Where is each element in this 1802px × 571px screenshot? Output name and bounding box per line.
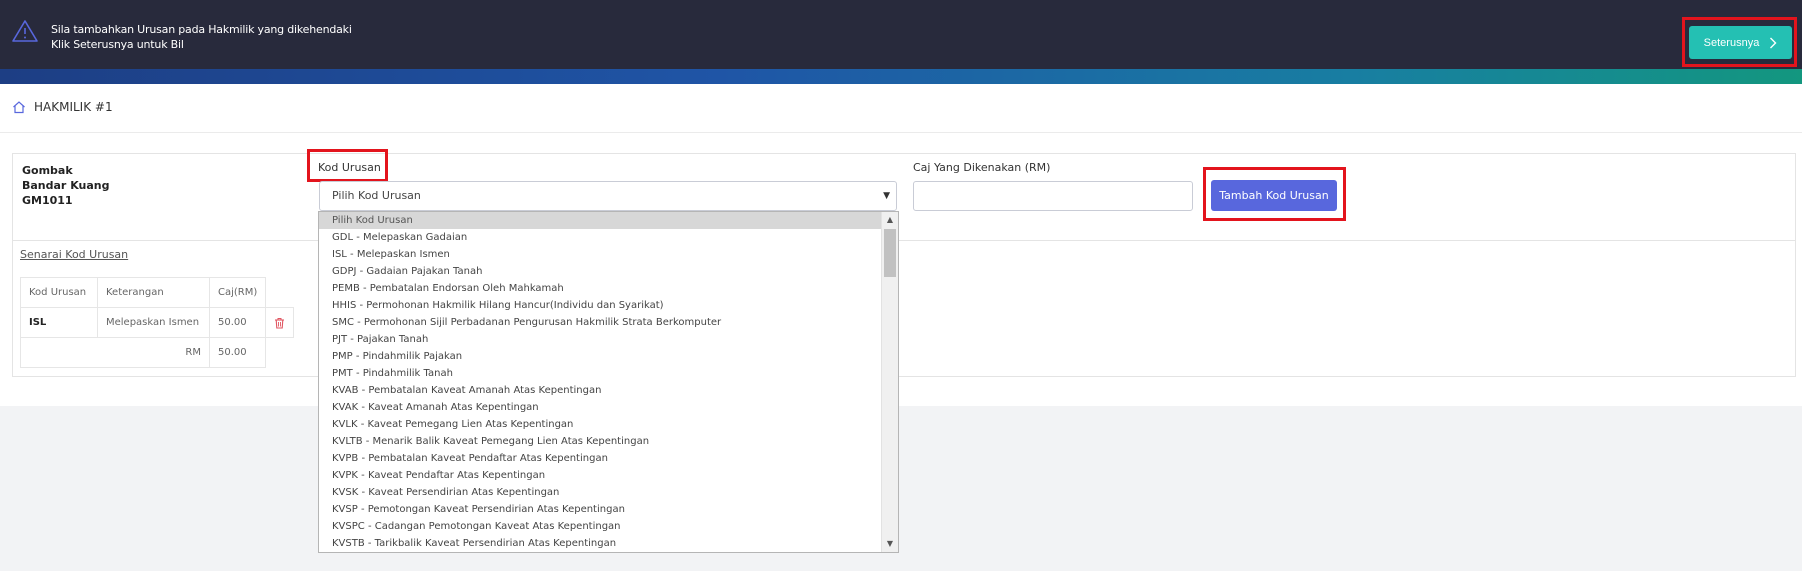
table-header-row: Kod Urusan Keterangan Caj(RM)	[20, 277, 294, 308]
chevron-right-icon	[1770, 37, 1777, 48]
dropdown-option[interactable]: GDL - Melepaskan Gadaian	[319, 229, 882, 246]
caret-down-icon: ▼	[883, 191, 890, 201]
total-value: 50.00	[208, 337, 267, 368]
dropdown-option[interactable]: Pilih Kod Urusan	[319, 212, 882, 229]
trash-icon[interactable]	[274, 317, 285, 329]
dropdown-option[interactable]: GDPJ - Gadaian Pajakan Tanah	[319, 263, 882, 280]
dropdown-option[interactable]: SMC - Permohonan Sijil Perbadanan Pengur…	[319, 314, 882, 331]
next-button-label: Seterusnya	[1703, 36, 1760, 49]
row-caj: 50.00	[208, 307, 267, 338]
kod-urusan-select-value: Pilih Kod Urusan	[332, 189, 421, 202]
dropdown-option[interactable]: KVAK - Kaveat Amanah Atas Kepentingan	[319, 399, 882, 416]
location-district: Gombak	[22, 164, 73, 177]
dropdown-options: Pilih Kod Urusan GDL - Melepaskan Gadaian…	[319, 212, 882, 552]
table-row: ISL Melepaskan Ismen 50.00	[20, 307, 295, 338]
senarai-kod-urusan-link[interactable]: Senarai Kod Urusan	[20, 248, 128, 261]
header-action	[266, 278, 294, 308]
total-label: RM	[20, 337, 210, 368]
dropdown-option[interactable]: KVLK - Kaveat Pemegang Lien Atas Kepenti…	[319, 416, 882, 433]
home-icon	[13, 101, 25, 114]
panel-divider	[13, 240, 1795, 241]
notification-line-1: Sila tambahkan Urusan pada Hakmilik yang…	[51, 23, 352, 36]
scroll-up-arrow-icon[interactable]: ▲	[882, 212, 898, 228]
dropdown-option[interactable]: KVSPC - Cadangan Pemotongan Kaveat Atas …	[319, 518, 882, 535]
row-delete-cell[interactable]	[265, 307, 295, 338]
top-notification-bar: Sila tambahkan Urusan pada Hakmilik yang…	[0, 0, 1802, 69]
row-kod: ISL	[20, 307, 98, 338]
dropdown-option[interactable]: KVSK - Kaveat Persendirian Atas Kepentin…	[319, 484, 882, 501]
table-total-row: RM 50.00	[20, 337, 294, 368]
notification-message: Sila tambahkan Urusan pada Hakmilik yang…	[51, 22, 352, 52]
caj-input[interactable]	[913, 181, 1193, 211]
warning-triangle-icon	[12, 20, 38, 42]
next-button[interactable]: Seterusnya	[1689, 26, 1792, 59]
dropdown-scrollbar[interactable]: ▲ ▼	[881, 212, 898, 552]
dropdown-option[interactable]: PEMB - Pembatalan Endorsan Oleh Mahkamah	[319, 280, 882, 297]
caj-label: Caj Yang Dikenakan (RM)	[913, 161, 1051, 174]
dropdown-option[interactable]: HHIS - Permohonan Hakmilik Hilang Hancur…	[319, 297, 882, 314]
page-title: HAKMILIK #1	[34, 100, 113, 114]
dropdown-option[interactable]: PJT - Pajakan Tanah	[319, 331, 882, 348]
dropdown-option[interactable]: ISL - Melepaskan Ismen	[319, 246, 882, 263]
header-divider	[0, 132, 1802, 133]
dropdown-option[interactable]: KVLTB - Menarik Balik Kaveat Pemegang Li…	[319, 433, 882, 450]
kod-urusan-label: Kod Urusan	[318, 161, 381, 174]
row-keterangan: Melepaskan Ismen	[97, 307, 210, 338]
header-kod-urusan: Kod Urusan	[20, 277, 98, 308]
page-header: HAKMILIK #1	[12, 100, 113, 114]
location-title-no: GM1011	[22, 194, 73, 207]
header-gradient-stripe	[0, 69, 1802, 84]
kod-urusan-table: Kod Urusan Keterangan Caj(RM) ISL Melepa…	[20, 277, 295, 368]
header-keterangan: Keterangan	[97, 277, 210, 308]
dropdown-option[interactable]: KVPK - Kaveat Pendaftar Atas Kepentingan	[319, 467, 882, 484]
header-caj: Caj(RM)	[208, 277, 267, 308]
dropdown-option[interactable]: PMP - Pindahmilik Pajakan	[319, 348, 882, 365]
dropdown-option[interactable]: KVPB - Pembatalan Kaveat Pendaftar Atas …	[319, 450, 882, 467]
notification-line-2: Klik Seterusnya untuk Bil	[51, 38, 184, 51]
scrollbar-thumb[interactable]	[884, 229, 896, 277]
dropdown-option[interactable]: PMT - Pindahmilik Tanah	[319, 365, 882, 382]
tambah-kod-urusan-button[interactable]: Tambah Kod Urusan	[1211, 180, 1337, 211]
location-area: Bandar Kuang	[22, 179, 110, 192]
total-spacer	[266, 338, 294, 368]
dropdown-option[interactable]: KVSTB - Tarikbalik Kaveat Persendirian A…	[319, 535, 882, 552]
dropdown-option[interactable]: KVSP - Pemotongan Kaveat Persendirian At…	[319, 501, 882, 518]
location-info: Gombak Bandar Kuang GM1011	[22, 163, 109, 208]
kod-urusan-dropdown-list[interactable]: Pilih Kod Urusan GDL - Melepaskan Gadaian…	[318, 211, 899, 553]
scroll-down-arrow-icon[interactable]: ▼	[882, 536, 898, 552]
dropdown-option[interactable]: KVAB - Pembatalan Kaveat Amanah Atas Kep…	[319, 382, 882, 399]
kod-urusan-select[interactable]: Pilih Kod Urusan ▼	[319, 181, 897, 211]
